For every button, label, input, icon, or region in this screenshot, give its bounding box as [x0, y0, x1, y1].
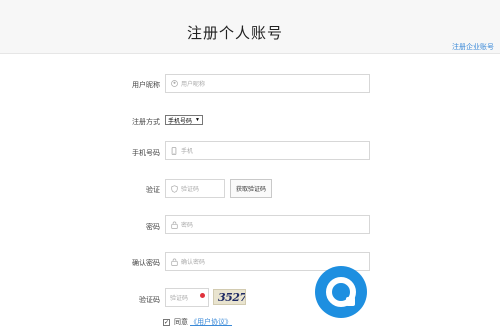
nickname-placeholder: 用户昵称	[181, 82, 206, 88]
lock-icon	[170, 221, 178, 229]
agreement-row: ✓ 同意 《用户协议》	[163, 317, 232, 327]
chevron-down-icon: ▼	[195, 117, 200, 123]
verify-placeholder: 验证码	[181, 187, 200, 193]
user-agreement-link[interactable]: 《用户协议》	[190, 317, 232, 327]
phone-label: 手机号码	[132, 150, 160, 157]
captcha-label: 验证码	[139, 297, 160, 304]
user-icon	[170, 80, 178, 88]
agree-checkbox[interactable]: ✓	[163, 318, 170, 326]
watermark-logo-icon	[315, 266, 367, 318]
phone-placeholder: 手机	[181, 149, 194, 155]
nickname-input[interactable]: 用户昵称	[165, 74, 370, 93]
agree-text: 同意	[174, 319, 188, 326]
captcha-image[interactable]: 3527	[213, 289, 246, 305]
register-method-select[interactable]: 手机号码 ▼	[165, 115, 203, 125]
get-code-button[interactable]: 获取验证码	[230, 179, 272, 198]
error-icon	[200, 293, 205, 298]
password-placeholder: 密码	[181, 223, 194, 229]
nickname-label: 用户昵称	[132, 82, 160, 89]
verify-label: 验证	[146, 187, 160, 194]
captcha-placeholder: 验证码	[170, 296, 189, 302]
captcha-text: 3527	[218, 291, 246, 304]
password-input[interactable]: 密码	[165, 215, 370, 234]
shield-icon	[170, 184, 178, 193]
lock-icon	[170, 258, 178, 266]
confirm-placeholder: 确认密码	[181, 260, 206, 266]
confirm-password-label: 确认密码	[132, 260, 160, 267]
method-label: 注册方式	[132, 119, 160, 126]
phone-input[interactable]: 手机	[165, 141, 370, 160]
mobile-icon	[170, 146, 178, 155]
register-enterprise-link[interactable]: 注册企业账号	[452, 42, 494, 52]
verify-code-input[interactable]: 验证码	[165, 179, 225, 198]
password-label: 密码	[146, 224, 160, 231]
page-title: 注册个人账号	[187, 25, 284, 42]
register-method-value: 手机号码	[168, 118, 193, 125]
